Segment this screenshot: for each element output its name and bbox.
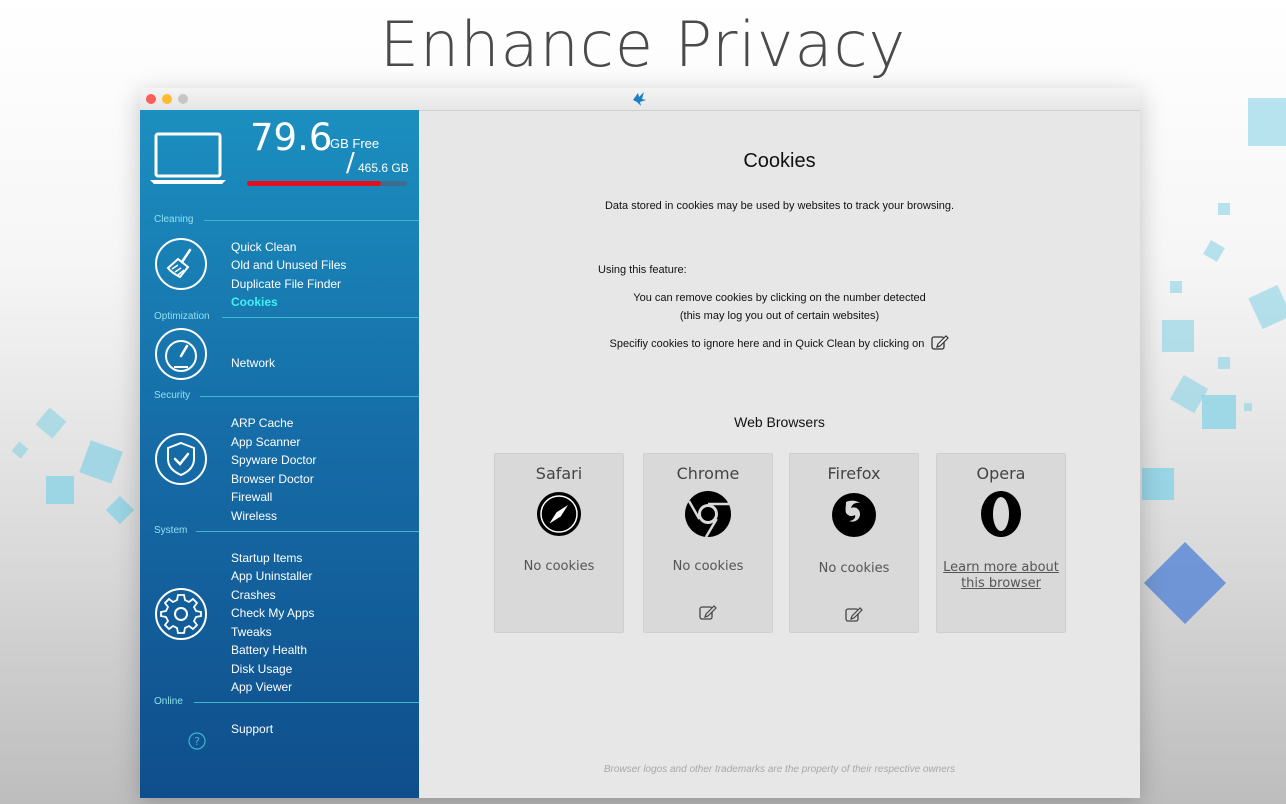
sidebar-item-spyware-doctor[interactable]: Spyware Doctor xyxy=(231,453,316,467)
page-title: Cookies xyxy=(743,150,816,172)
laptop-icon xyxy=(150,132,226,184)
edit-icon[interactable] xyxy=(699,604,717,620)
hero-title: Enhance Privacy xyxy=(379,8,907,81)
browser-name: Chrome xyxy=(676,464,740,483)
svg-text:?: ? xyxy=(194,735,200,748)
web-browsers-heading: Web Browsers xyxy=(734,414,825,430)
sidebar-item-crashes[interactable]: Crashes xyxy=(231,588,276,602)
title-bar xyxy=(140,88,1140,111)
sidebar-item-duplicate-file-finder[interactable]: Duplicate File Finder xyxy=(231,277,341,291)
divider xyxy=(196,531,419,532)
sidebar-item-battery-health[interactable]: Battery Health xyxy=(231,643,307,657)
using-label: Using this feature: xyxy=(598,264,687,276)
sidebar-item-tweaks[interactable]: Tweaks xyxy=(231,625,272,639)
browser-name: Firefox xyxy=(827,464,881,483)
section-optimization-header: Optimization xyxy=(154,311,210,322)
speedometer-icon xyxy=(155,328,207,380)
shield-icon xyxy=(155,433,207,485)
instruction-line-2: (this may log you out of certain website… xyxy=(679,310,880,322)
disk-usage-fill xyxy=(247,181,382,186)
sidebar-item-startup-items[interactable]: Startup Items xyxy=(231,551,302,565)
sidebar: 79.6 GB Free / 465.6 GB Cleaning Quick C… xyxy=(140,110,419,798)
section-system-header: System xyxy=(154,525,188,536)
chrome-icon xyxy=(685,491,731,538)
instruction-line-1: You can remove cookies by clicking on th… xyxy=(633,292,926,304)
compass-icon xyxy=(537,492,581,536)
browser-status: No cookies xyxy=(818,561,890,576)
edit-icon xyxy=(931,335,950,350)
disk-total: 465.6 GB xyxy=(358,161,409,175)
browser-status: No cookies xyxy=(523,559,595,574)
learn-more-line-2: this browser xyxy=(961,576,1041,591)
browser-card-safari: Safari No cookies xyxy=(494,453,624,633)
sidebar-item-app-uninstaller[interactable]: App Uninstaller xyxy=(231,569,312,583)
sidebar-item-browser-doctor[interactable]: Browser Doctor xyxy=(231,472,314,486)
divider xyxy=(200,396,419,397)
instruction-line-3: Specifiy cookies to ignore here and in Q… xyxy=(419,334,1140,350)
divider xyxy=(222,317,419,318)
sidebar-item-arp-cache[interactable]: ARP Cache xyxy=(231,416,293,430)
section-online-header: Online xyxy=(154,696,183,707)
disk-slash: / xyxy=(346,148,355,178)
sidebar-item-app-viewer[interactable]: App Viewer xyxy=(231,680,292,694)
divider xyxy=(194,702,419,703)
browser-name: Safari xyxy=(535,464,583,483)
sidebar-item-check-my-apps[interactable]: Check My Apps xyxy=(231,606,314,620)
browser-card-opera: Opera Learn more about this browser xyxy=(936,453,1066,633)
trademark-note: Browser logos and other trademarks are t… xyxy=(603,764,956,775)
browser-name: Opera xyxy=(976,464,1026,483)
learn-more-line-1: Learn more about xyxy=(943,560,1059,575)
sidebar-item-wireless[interactable]: Wireless xyxy=(231,509,277,523)
disk-usage-bar xyxy=(247,181,407,186)
section-security-header: Security xyxy=(154,390,191,401)
close-button[interactable] xyxy=(146,94,156,104)
learn-more-link[interactable]: Learn more about this browser xyxy=(937,560,1065,592)
app-logo-icon xyxy=(633,92,646,106)
sidebar-item-app-scanner[interactable]: App Scanner xyxy=(231,435,300,449)
divider xyxy=(204,220,419,221)
sidebar-item-disk-usage[interactable]: Disk Usage xyxy=(231,662,292,676)
firefox-icon xyxy=(832,493,876,537)
browser-card-firefox: Firefox No cookies xyxy=(789,453,919,633)
broom-icon xyxy=(155,238,207,290)
sidebar-item-quick-clean[interactable]: Quick Clean xyxy=(231,240,296,254)
browser-card-chrome: Chrome No cookies xyxy=(643,453,773,633)
sidebar-item-cookies[interactable]: Cookies xyxy=(231,295,278,309)
edit-icon[interactable] xyxy=(845,606,863,622)
sidebar-item-firewall[interactable]: Firewall xyxy=(231,490,272,504)
app-window: 79.6 GB Free / 465.6 GB Cleaning Quick C… xyxy=(140,88,1140,798)
gear-icon xyxy=(155,588,207,640)
sidebar-item-network[interactable]: Network xyxy=(231,356,275,370)
sidebar-item-old-unused-files[interactable]: Old and Unused Files xyxy=(231,258,346,272)
section-cleaning-header: Cleaning xyxy=(154,214,194,225)
instruction-line-3-text: Specifiy cookies to ignore here and in Q… xyxy=(609,338,925,350)
main-panel: Cookies Data stored in cookies may be us… xyxy=(419,110,1140,798)
opera-icon xyxy=(981,491,1021,537)
minimize-button[interactable] xyxy=(162,94,172,104)
help-icon: ? xyxy=(188,732,206,750)
zoom-button[interactable] xyxy=(178,94,188,104)
browser-status: No cookies xyxy=(672,559,744,574)
page-description: Data stored in cookies may be used by we… xyxy=(604,200,955,212)
sidebar-item-support[interactable]: Support xyxy=(231,722,273,736)
disk-free-value: 79.6 xyxy=(250,116,333,159)
